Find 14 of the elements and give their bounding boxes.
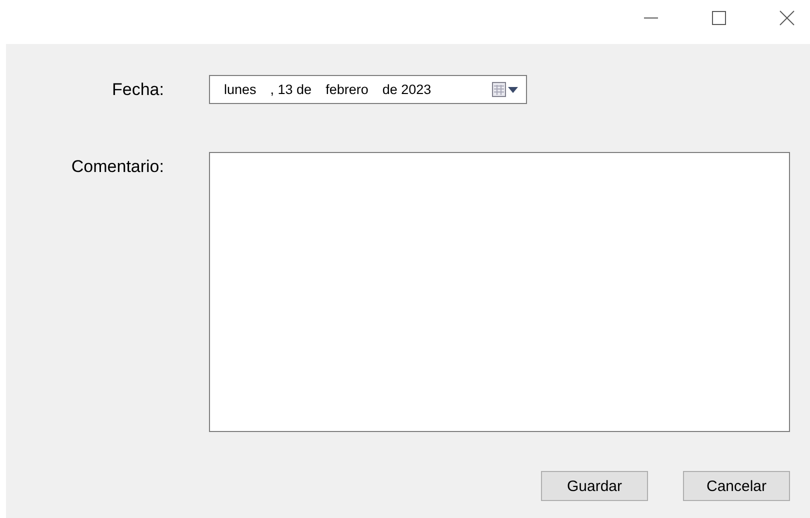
maximize-icon [712,11,726,25]
date-text: , 13 de [270,82,312,97]
date-text: lunes [224,82,256,97]
date-picker[interactable]: lunes , 13 de febrero de 2023 [209,75,527,104]
minimize-icon [644,17,658,19]
save-button[interactable]: Guardar [541,471,648,501]
comment-input-field[interactable] [209,152,790,432]
field-label: Comentario: [70,156,164,177]
close-icon [779,10,795,26]
date-text: febrero [326,82,368,97]
cancel-button[interactable]: Cancelar [683,471,790,501]
date-text: de 2023 [382,82,432,97]
field-label: Fecha: [111,79,164,100]
calendar-dropdown-icon[interactable] [492,82,518,97]
